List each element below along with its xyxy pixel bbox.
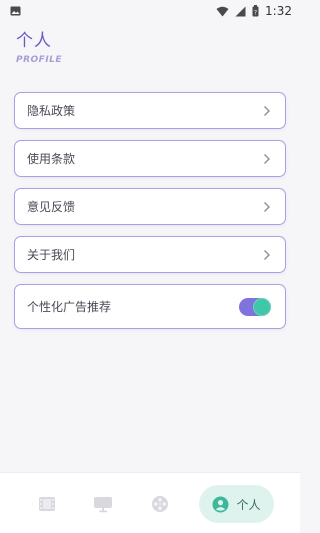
menu-item-label: 个性化广告推荐	[27, 300, 112, 314]
menu-item-terms-of-use[interactable]: 使用条款	[14, 140, 286, 177]
profile-screen: ? 1:32 个人 PROFILE 隐私政策 使用条款 意见反馈 关于我们 个性…	[0, 0, 300, 533]
menu-item-personalized-ads: 个性化广告推荐	[14, 284, 286, 329]
battery-icon: ?	[252, 5, 259, 17]
status-right: ? 1:32	[216, 4, 292, 18]
film-icon	[39, 497, 55, 511]
tv-icon	[94, 497, 112, 513]
tab-movies[interactable]	[32, 489, 62, 519]
settings-menu: 隐私政策 使用条款 意见反馈 关于我们 个性化广告推荐	[14, 92, 286, 340]
toggle-knob	[253, 297, 271, 316]
person-icon	[212, 496, 229, 512]
status-bar: ? 1:32	[0, 0, 300, 22]
chevron-right-icon	[264, 153, 270, 164]
tab-profile-label: 个人	[236, 497, 261, 512]
header: 个人 PROFILE	[16, 26, 62, 65]
status-time: 1:32	[265, 4, 292, 18]
chevron-right-icon	[264, 201, 270, 212]
menu-item-about-us[interactable]: 关于我们	[14, 236, 286, 273]
menu-item-label: 隐私政策	[27, 104, 76, 118]
tab-tv[interactable]	[88, 489, 118, 519]
tab-profile[interactable]: 个人	[199, 485, 274, 523]
tab-cinema[interactable]	[145, 489, 175, 519]
menu-item-feedback[interactable]: 意见反馈	[14, 188, 286, 225]
chevron-right-icon	[264, 249, 270, 260]
page-subtitle: PROFILE	[16, 55, 63, 65]
menu-item-privacy-policy[interactable]: 隐私政策	[14, 92, 286, 129]
image-icon	[10, 6, 21, 16]
chevron-right-icon	[264, 105, 270, 116]
menu-item-label: 意见反馈	[27, 200, 76, 214]
personalized-ads-toggle[interactable]	[239, 297, 271, 316]
page-title: 个人	[16, 31, 52, 51]
wifi-icon	[216, 6, 229, 16]
menu-item-label: 关于我们	[27, 248, 76, 262]
svg-text:?: ?	[254, 10, 257, 17]
status-left	[10, 6, 21, 16]
signal-icon	[235, 6, 246, 16]
menu-item-label: 使用条款	[27, 152, 76, 166]
bottom-nav: 个人	[0, 472, 300, 533]
film-reel-icon	[152, 496, 168, 512]
